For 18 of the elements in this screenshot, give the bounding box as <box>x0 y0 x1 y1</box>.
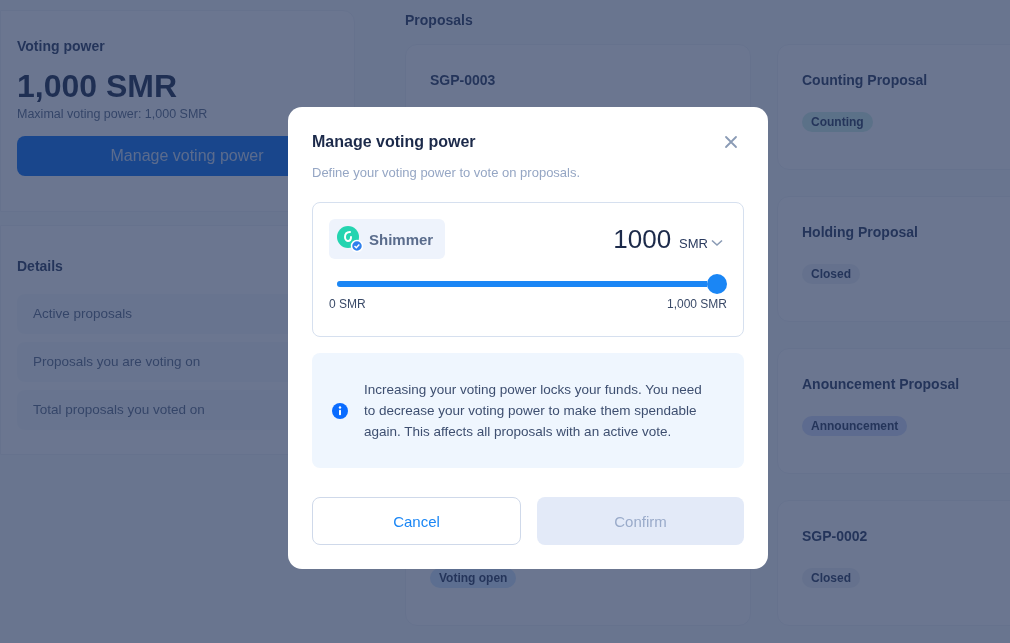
proposal-title: SGP-0003 <box>430 72 496 88</box>
card-heading: Voting power <box>17 38 105 54</box>
slider-max-label: 1,000 SMR <box>666 297 727 311</box>
card-heading: Details <box>17 258 63 274</box>
proposal-title: SGP-0002 <box>802 528 868 544</box>
status-badge: Voting open <box>430 568 517 588</box>
status-badge: Announcement <box>802 416 908 436</box>
proposal-title: Holding Proposal <box>802 224 918 240</box>
proposal-title: Anouncement Proposal <box>802 376 960 392</box>
status-badge: Closed <box>802 568 860 588</box>
status-badge: Counting <box>802 112 873 132</box>
token-name: Shimmer <box>369 230 434 248</box>
section-heading: Proposals <box>405 12 474 28</box>
status-badge: Closed <box>802 264 860 284</box>
proposal-title: Counting Proposal <box>802 72 928 88</box>
voting-power-amount: 1,000 SMR <box>17 68 178 105</box>
amount-value: 1000 <box>613 223 672 255</box>
info-text: Increasing your voting power locks your funds. You need to decrease your voting power to make them spendable again. This affects all proposals with an active vote. <box>364 381 703 441</box>
